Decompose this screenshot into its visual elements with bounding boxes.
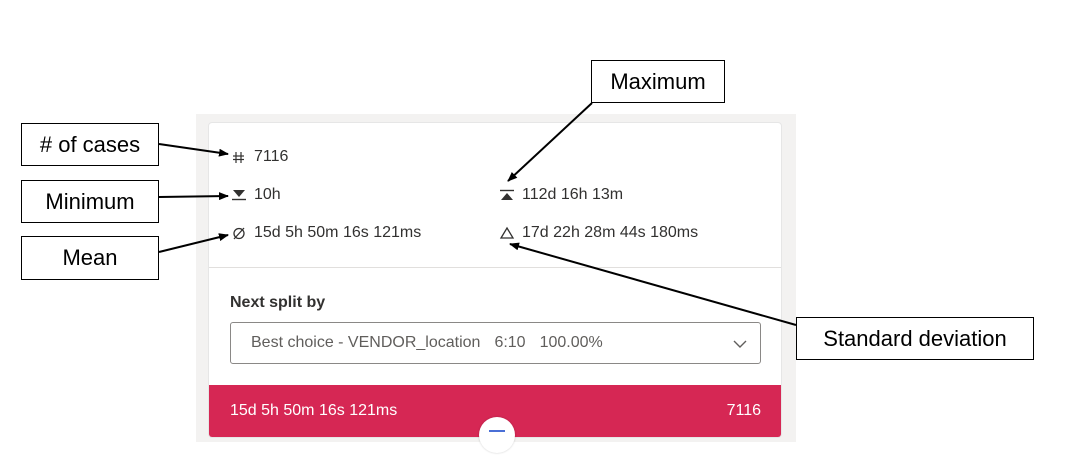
- callout-arrows: [158, 102, 797, 326]
- arrow-mean: [158, 233, 229, 253]
- arrow-cases: [158, 143, 229, 157]
- arrow-minimum: [158, 192, 229, 201]
- arrow-stddev: [509, 242, 797, 326]
- arrow-maximum: [507, 102, 593, 182]
